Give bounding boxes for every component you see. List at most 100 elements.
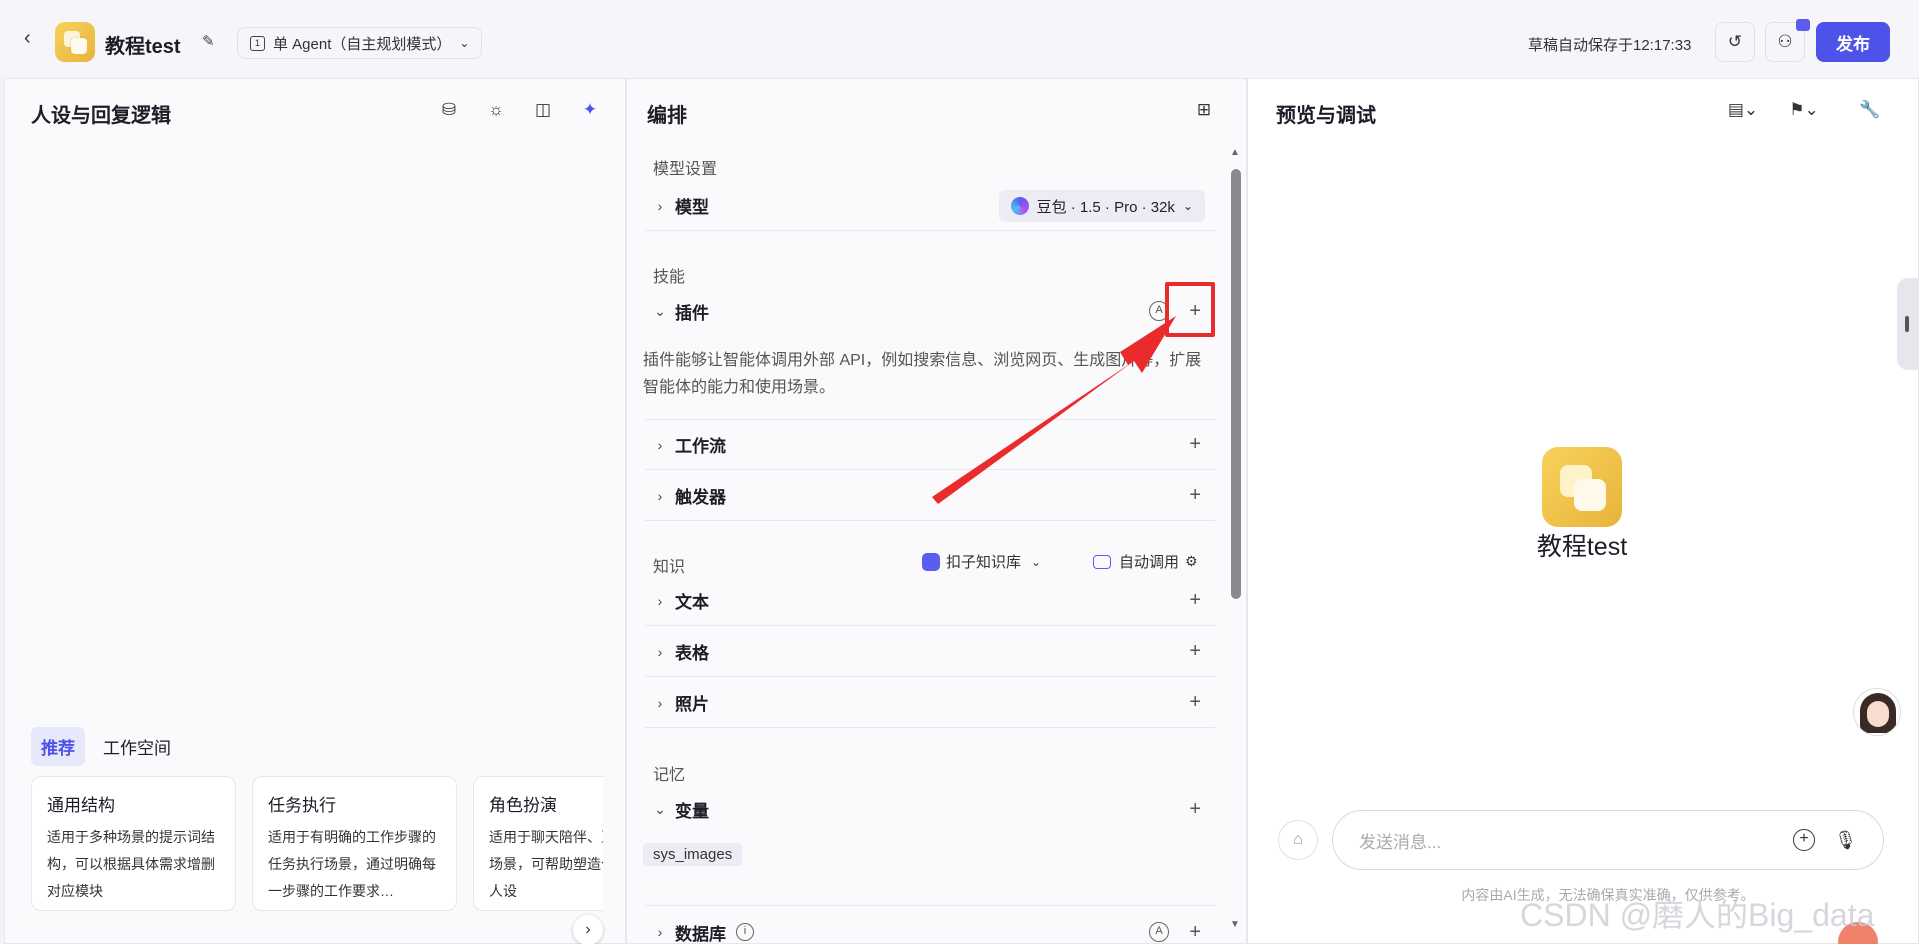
prompt-library-icon[interactable]: ⛁ (438, 99, 460, 121)
model-row[interactable]: › 模型 豆包 · 1.5 · Pro · 32k ⌄ (645, 181, 1215, 231)
model-section-label: 模型设置 (653, 161, 718, 178)
users-icon: ⚇ (1777, 32, 1793, 51)
divider (645, 905, 1215, 906)
knowledge-base-select[interactable]: 扣子知识库 ⌄ (922, 551, 1041, 572)
chevron-down-icon: ⌄ (654, 800, 666, 817)
app-name: 教程test (105, 36, 181, 58)
model-value: 豆包 · 1.5 · Pro · 32k (1036, 198, 1175, 216)
mic-icon[interactable]: 🎙 (1834, 830, 1857, 851)
database-row[interactable]: › 数据库 i A + (645, 907, 1215, 944)
persona-panel: 人设与回复逻辑 ⛁ ☼ ◫ ✦ 推荐 工作空间 通用结构 适用于多种场景的提示词… (4, 78, 626, 944)
chevron-down-icon: ⌄ (654, 302, 666, 319)
scrollbar[interactable] (1231, 169, 1241, 599)
scroll-up-icon[interactable]: ▲ (1230, 147, 1240, 158)
collaborate-button[interactable]: ⚇ (1765, 19, 1810, 62)
debug-icon[interactable]: ⚑⌄ (1784, 99, 1824, 121)
model-label: 模型 (675, 198, 709, 217)
attach-plus-icon[interactable]: + (1793, 829, 1815, 851)
history-button[interactable]: ↺ (1715, 22, 1755, 62)
top-bar: ‹ 教程test ✎ 1 单 Agent（自主规划模式） ⌄ 草稿自动保存于12… (0, 0, 1919, 78)
bot-avatar (1542, 447, 1622, 527)
template-card[interactable]: 通用结构 适用于多种场景的提示词结构，可以根据具体需求增删对应模块 (31, 776, 236, 911)
model-select[interactable]: 豆包 · 1.5 · Pro · 32k ⌄ (998, 190, 1205, 222)
plugin-label: 插件 (675, 303, 709, 323)
skills-section-label: 技能 (653, 269, 686, 286)
chevron-right-icon: › (657, 197, 663, 214)
history-icon: ↺ (1727, 32, 1743, 51)
highlight-box (1165, 282, 1215, 337)
chevron-right-icon: › (657, 924, 663, 940)
workflow-label: 工作流 (675, 437, 726, 456)
scroll-down-icon[interactable]: ▼ (1230, 919, 1240, 930)
variable-label: 变量 (675, 801, 709, 821)
template-card[interactable]: 任务执行 适用于有明确的工作步骤的任务执行场景，通过明确每一步骤的工作要求… (252, 776, 457, 911)
chevron-right-icon: › (657, 643, 663, 660)
clear-history-button[interactable]: ⌂ (1278, 820, 1318, 860)
text-label: 文本 (675, 593, 709, 612)
agent-mode-select[interactable]: 1 单 Agent（自主规划模式） ⌄ (237, 27, 483, 59)
table-row[interactable]: › 表格 + (645, 627, 1215, 677)
photo-row[interactable]: › 照片 + (645, 678, 1215, 728)
memory-section-label: 记忆 (653, 767, 686, 784)
back-icon[interactable]: ‹ (24, 28, 44, 48)
template-card[interactable]: 角色扮演 适用于聊天陪伴、互动娱乐场景，可帮助塑造个性化的人设 (473, 776, 603, 911)
chevron-down-icon: ⌄ (1031, 554, 1042, 569)
layout-grid-icon[interactable]: ⊞ (1193, 99, 1215, 121)
template-tabs: 推荐 工作空间 (31, 727, 181, 766)
trigger-label: 触发器 (675, 488, 726, 507)
add-trigger-button[interactable]: + (1189, 484, 1201, 507)
add-database-button[interactable]: + (1189, 921, 1201, 944)
doubao-logo-icon (1010, 197, 1029, 215)
knowledge-section-label: 知识 (653, 559, 686, 576)
add-photo-button[interactable]: + (1189, 691, 1201, 714)
variable-tag: sys_images (643, 843, 743, 866)
info-icon[interactable]: i (736, 923, 754, 941)
agent-mode-icon: 1 (250, 35, 265, 51)
text-row[interactable]: › 文本 + (645, 576, 1215, 626)
photo-label: 照片 (675, 695, 709, 714)
add-variable-button[interactable]: + (1189, 798, 1201, 821)
orchestration-panel: 编排 ⊞ 模型设置 › 模型 豆包 · 1.5 · Pro · 32k ⌄ 技能… (626, 78, 1247, 944)
message-input[interactable]: 发送消息... + 🎙 (1332, 810, 1884, 870)
chevron-right-icon: › (657, 487, 663, 504)
broom-icon: ⌂ (1293, 831, 1303, 848)
auto-call-icon[interactable]: A (1149, 922, 1169, 942)
gear-icon[interactable]: ⚙ (1185, 553, 1198, 570)
auto-call-label: 自动调用 (1119, 554, 1180, 571)
tab-workspace[interactable]: 工作空间 (93, 727, 181, 766)
add-text-button[interactable]: + (1189, 589, 1201, 612)
tab-recommended[interactable]: 推荐 (31, 727, 85, 766)
add-table-button[interactable]: + (1189, 640, 1201, 663)
save-status: 草稿自动保存于12:17:33 (1528, 37, 1692, 54)
variable-row[interactable]: ⌄ 变量 + (645, 784, 1215, 834)
chevron-right-icon: › (657, 436, 663, 453)
bot-name: 教程test (1536, 533, 1628, 561)
chevron-down-icon: ⌄ (1182, 199, 1193, 213)
template-card-title: 通用结构 (47, 796, 115, 815)
edit-icon[interactable]: ✎ (202, 32, 218, 50)
side-drawer-handle[interactable] (1897, 278, 1919, 370)
watermark: CSDN @磨人的Big_data (1520, 897, 1875, 933)
session-settings-icon[interactable]: ▤⌄ (1723, 99, 1763, 121)
plugin-row[interactable]: ⌄ 插件 A + (645, 286, 1215, 336)
lightbulb-icon[interactable]: ☼ (485, 99, 507, 121)
add-workflow-button[interactable]: + (1189, 433, 1201, 456)
auto-call-setting[interactable]: 自动调用 ⚙ (1093, 551, 1198, 572)
badge-icon (1796, 19, 1810, 31)
template-card-desc: 适用于多种场景的提示词结构，可以根据具体需求增删对应模块 (47, 829, 215, 899)
ai-optimize-icon[interactable]: ✦ (579, 99, 601, 121)
trigger-row[interactable]: › 触发器 + (645, 471, 1215, 521)
knowledge-base-label: 扣子知识库 (946, 554, 1022, 571)
preview-panel: 预览与调试 ▤⌄ ⚑⌄ 🔧 教程test ⌂ 发送消息... + 🎙 内容由AI… (1247, 78, 1919, 944)
template-card-desc: 适用于有明确的工作步骤的任务执行场景，通过明确每一步骤的工作要求… (268, 829, 436, 899)
compare-icon[interactable]: ◫ (532, 99, 554, 121)
wrench-icon[interactable]: 🔧 (1859, 99, 1881, 121)
chevron-right-icon[interactable]: › (573, 915, 603, 944)
publish-button[interactable]: 发布 (1816, 22, 1890, 62)
chevron-right-icon: › (657, 592, 663, 609)
table-label: 表格 (675, 644, 709, 663)
workflow-row[interactable]: › 工作流 + (645, 420, 1215, 470)
template-card-title: 角色扮演 (489, 796, 557, 815)
chevron-down-icon: ⌄ (459, 36, 470, 50)
assistant-avatar[interactable] (1853, 688, 1901, 736)
